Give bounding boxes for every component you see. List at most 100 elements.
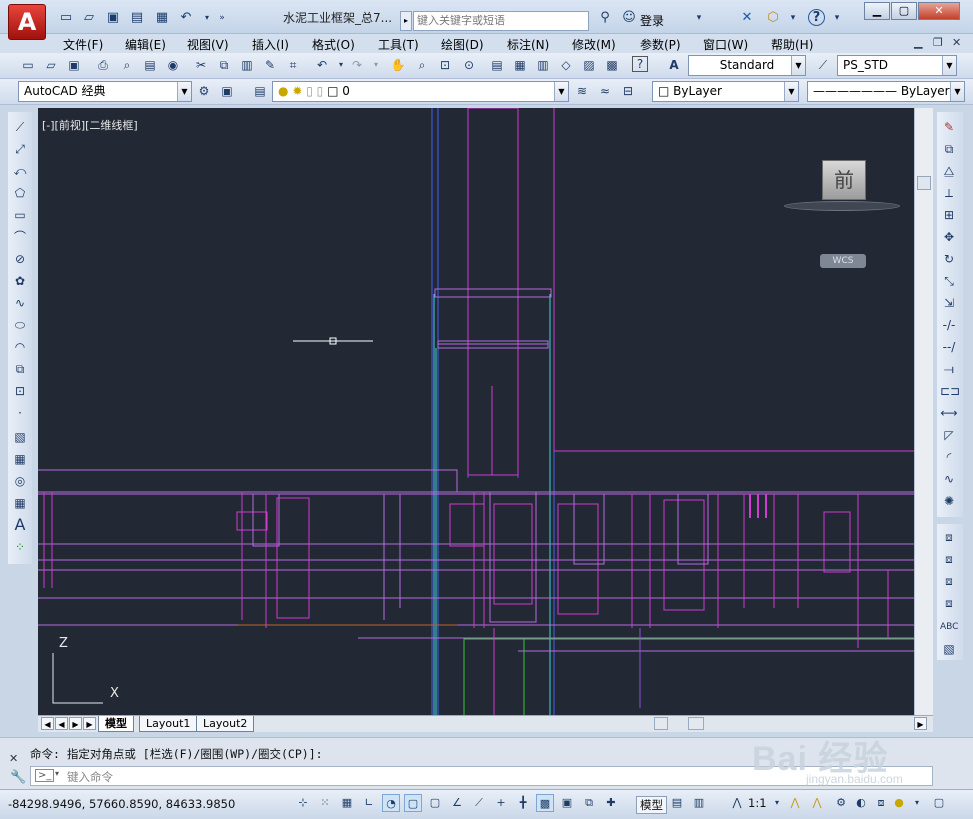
layer-manager-icon[interactable]: ▤ — [251, 82, 269, 100]
trim-icon[interactable]: -/- — [940, 316, 958, 334]
break-at-point-icon[interactable]: ⟞ — [940, 360, 958, 378]
menu-file[interactable]: 文件(F) — [63, 36, 103, 53]
annotation-scale-icon[interactable]: ⋀ — [728, 794, 746, 812]
send-under-icon[interactable]: ⧈ — [940, 594, 958, 612]
undo-icon[interactable]: ↶ — [177, 9, 195, 27]
move-icon[interactable]: ✥ — [940, 228, 958, 246]
isolate-objects-icon[interactable]: ● — [890, 794, 908, 812]
3d-dwf-icon[interactable]: ◉ — [164, 56, 182, 74]
horizontal-scroll-thumb[interactable] — [688, 717, 704, 730]
command-close-icon[interactable]: ✕ — [9, 752, 18, 765]
store-dropdown-icon[interactable]: ▾ — [784, 9, 802, 27]
publish-icon[interactable]: ▤ — [141, 56, 159, 74]
hatch-back-icon[interactable]: ▧ — [940, 640, 958, 658]
wrench-icon[interactable]: 🔧 — [10, 770, 26, 785]
close-button[interactable]: ✕ — [918, 2, 960, 20]
workspace-select[interactable]: AutoCAD 经典 ▼ — [18, 81, 192, 102]
layer-select[interactable]: ● ✹ ▯ ▯ □ 0 ▼ — [272, 81, 569, 102]
text-style-icon[interactable]: A — [665, 56, 683, 74]
horizontal-scroll-splitter[interactable] — [654, 717, 668, 730]
layer-state-icon[interactable]: ⊟ — [619, 82, 637, 100]
fillet-icon[interactable]: ◜ — [940, 448, 958, 466]
open-icon[interactable]: ▱ — [80, 9, 98, 27]
tab-layout1[interactable]: Layout1 — [139, 716, 198, 732]
recent-commands-icon[interactable]: ▾ — [55, 769, 59, 778]
quick-view-drawings-icon[interactable]: ▥ — [690, 794, 708, 812]
offset-icon[interactable]: ⟂ — [940, 184, 958, 202]
viewcube[interactable]: 前 — [822, 160, 866, 200]
doc-restore-icon[interactable]: ❐ — [933, 36, 943, 49]
selection-cycling-icon[interactable]: ⧉ — [580, 794, 598, 812]
model-space-canvas[interactable]: [-][前视][二维线框] 前 WCS Z X — [38, 108, 914, 715]
coordinates-readout[interactable]: -84298.9496, 57660.8590, 84633.9850 — [8, 797, 235, 811]
send-to-back-icon[interactable]: ⧈ — [940, 550, 958, 568]
viewport-controls-label[interactable]: [-][前视][二维线框] — [42, 117, 138, 133]
add-selected-icon[interactable]: ⁘ — [11, 538, 29, 556]
annotation-monitor-icon[interactable]: ✚ — [602, 794, 620, 812]
scroll-right-icon[interactable]: ▶ — [914, 717, 927, 730]
menu-window[interactable]: 窗口(W) — [703, 36, 748, 53]
search-expand-icon[interactable]: ▸ — [400, 11, 412, 31]
extend-icon[interactable]: --/ — [940, 338, 958, 356]
break-icon[interactable]: ⊏⊐ — [940, 382, 960, 400]
workspace-settings-icon[interactable]: ⚙ — [195, 82, 213, 100]
properties-icon[interactable]: ▤ — [488, 56, 506, 74]
stretch-icon[interactable]: ⇲ — [940, 294, 958, 312]
auto-scale-icon[interactable]: ⋀ — [808, 794, 826, 812]
qnew-icon[interactable]: ▭ — [19, 56, 37, 74]
text-front-icon[interactable]: ABC — [940, 618, 958, 636]
linetype-select[interactable]: ——————— ByLayer ▼ — [807, 81, 965, 102]
login-link[interactable]: 登录 — [640, 12, 664, 29]
print-icon[interactable]: ⎙ — [94, 56, 112, 74]
help-toolbar-icon[interactable]: ? — [632, 56, 648, 72]
bring-to-front-icon[interactable]: ⧈ — [940, 528, 958, 546]
next-tab-icon[interactable]: ▶ — [69, 717, 82, 730]
user-icon[interactable]: ☺ — [620, 9, 638, 27]
save-file-icon[interactable]: ▣ — [65, 56, 83, 74]
open-file-icon[interactable]: ▱ — [42, 56, 60, 74]
snap-mode-icon[interactable]: ⁙ — [316, 794, 334, 812]
make-current-layer-icon[interactable]: ≋ — [573, 82, 591, 100]
polyline-icon[interactable]: ⤺ — [11, 162, 29, 180]
command-input[interactable]: 键入命令 — [67, 769, 113, 785]
transparency-icon[interactable]: ▩ — [536, 794, 554, 812]
menu-parametric[interactable]: 参数(P) — [640, 36, 681, 53]
doc-minimize-icon[interactable]: ▁ — [914, 36, 922, 49]
ellipse-arc-icon[interactable]: ◠ — [11, 338, 29, 356]
maximize-button[interactable]: ▢ — [891, 2, 917, 20]
copy-object-icon[interactable]: ⧉ — [940, 140, 958, 158]
tab-model[interactable]: 模型 — [98, 716, 134, 732]
minimize-button[interactable]: ▁ — [864, 2, 890, 20]
text-style-select[interactable]: Standard ▼ — [688, 55, 806, 76]
workspace-switching-icon[interactable]: ⚙ — [832, 794, 850, 812]
scale-dropdown-icon[interactable]: ▾ — [768, 794, 786, 812]
vertical-scrollbar[interactable] — [914, 108, 933, 715]
paste-icon[interactable]: ▥ — [238, 56, 256, 74]
redo-list-icon[interactable]: ▾ — [367, 56, 385, 74]
ellipse-icon[interactable]: ⬭ — [11, 316, 29, 334]
object-snap-icon[interactable]: ▢ — [404, 794, 422, 812]
tool-palettes-icon[interactable]: ▥ — [534, 56, 552, 74]
hardware-acceleration-icon[interactable]: ⧈ — [872, 794, 890, 812]
menu-modify[interactable]: 修改(M) — [572, 36, 616, 53]
annotation-scale-value[interactable]: 1:1 — [748, 796, 767, 810]
multiline-text-icon[interactable]: A — [11, 516, 29, 534]
save-icon[interactable]: ▣ — [104, 9, 122, 27]
annotation-visibility-icon[interactable]: ⋀ — [786, 794, 804, 812]
more-tools-icon[interactable]: » — [213, 9, 231, 27]
viewcube-compass[interactable] — [784, 201, 900, 211]
join-icon[interactable]: ⟷ — [940, 404, 958, 422]
explode-icon[interactable]: ✺ — [940, 492, 958, 510]
scale-icon[interactable]: ⤡ — [940, 272, 958, 290]
vertical-scroll-thumb[interactable] — [917, 176, 931, 190]
polygon-icon[interactable]: ⬠ — [11, 184, 29, 202]
menu-edit[interactable]: 编辑(E) — [125, 36, 166, 53]
lineweight-icon[interactable]: ╋ — [514, 794, 532, 812]
chamfer-icon[interactable]: ◸ — [940, 426, 958, 444]
gradient-icon[interactable]: ▦ — [11, 450, 29, 468]
revision-cloud-icon[interactable]: ✿ — [11, 272, 29, 290]
ortho-mode-icon[interactable]: ∟ — [360, 794, 378, 812]
3d-object-snap-icon[interactable]: ▢ — [426, 794, 444, 812]
point-icon[interactable]: · — [11, 404, 29, 422]
insert-block-icon[interactable]: ⧉ — [11, 360, 29, 378]
